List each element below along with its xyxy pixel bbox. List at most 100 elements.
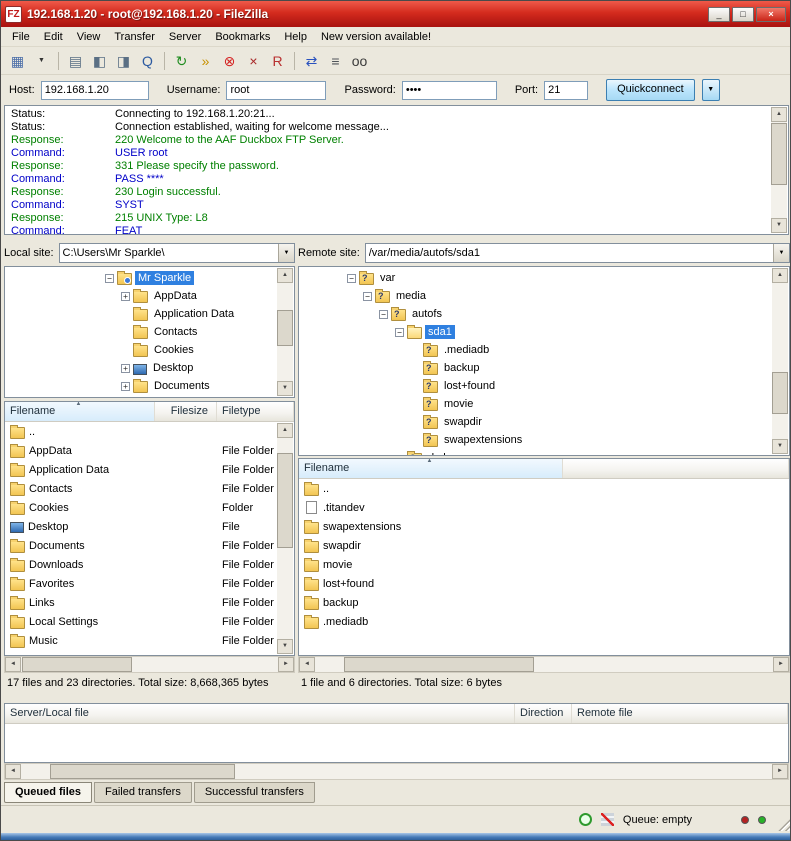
directory-comparison-icon[interactable] xyxy=(601,813,614,826)
quickconnect-button[interactable]: Quickconnect xyxy=(606,79,695,101)
column-header-filesize[interactable]: Filesize xyxy=(155,402,217,421)
scroll-down-button[interactable]: ▼ xyxy=(277,381,293,396)
tree-item-application-data[interactable]: Application Data xyxy=(5,305,294,323)
scroll-up-button[interactable]: ▲ xyxy=(277,423,293,438)
scroll-left-button[interactable]: ◄ xyxy=(5,764,21,779)
tree-item-mediadb[interactable]: .mediadb xyxy=(299,341,789,359)
scroll-right-button[interactable]: ► xyxy=(278,657,294,672)
menu-item-file[interactable]: File xyxy=(5,29,37,45)
toggle-message-log-button[interactable]: ▤ xyxy=(64,50,87,72)
dropdown-icon[interactable]: ▼ xyxy=(278,244,294,262)
tree-item-autofs[interactable]: −autofs xyxy=(299,305,789,323)
tree-item-desktop[interactable]: +Desktop xyxy=(5,359,294,377)
scroll-up-button[interactable]: ▲ xyxy=(277,268,293,283)
dropdown-icon[interactable]: ▼ xyxy=(773,244,789,262)
file-row-lost-found[interactable]: lost+found xyxy=(299,574,789,593)
resize-grip[interactable] xyxy=(777,818,790,831)
tree-item-dvd[interactable]: dvd xyxy=(299,449,789,456)
expand-icon[interactable]: + xyxy=(121,292,130,301)
file-row-documents[interactable]: DocumentsFile Folder xyxy=(5,536,294,555)
local-site-input[interactable] xyxy=(60,247,278,259)
reconnect-button[interactable]: R xyxy=(266,50,289,72)
tree-item-lost-found[interactable]: lost+found xyxy=(299,377,789,395)
scrollbar-thumb[interactable] xyxy=(277,310,293,346)
toggle-local-tree-button[interactable]: ◧ xyxy=(88,50,111,72)
local-list-scrollbar[interactable]: ▲▼ xyxy=(277,423,293,654)
file-row-favorites[interactable]: FavoritesFile Folder xyxy=(5,574,294,593)
tree-item-media[interactable]: −media xyxy=(299,287,789,305)
queue-horizontal-scrollbar[interactable]: ◄► xyxy=(4,763,789,780)
menu-item-new-version-available[interactable]: New version available! xyxy=(314,29,438,45)
scroll-down-button[interactable]: ▼ xyxy=(277,639,293,654)
scrollbar-thumb[interactable] xyxy=(277,453,293,548)
scroll-right-button[interactable]: ► xyxy=(773,657,789,672)
menu-item-server[interactable]: Server xyxy=(162,29,208,45)
column-header-direction[interactable]: Direction xyxy=(515,704,572,723)
collapse-icon[interactable]: − xyxy=(363,292,372,301)
tree-item-downloads[interactable]: Downloads xyxy=(5,395,294,398)
local-horizontal-scrollbar[interactable]: ◄► xyxy=(4,656,295,673)
scrollbar-thumb[interactable] xyxy=(772,372,788,414)
file-row-titandev[interactable]: .titandev xyxy=(299,498,789,517)
column-header-remote-file[interactable]: Remote file xyxy=(572,704,788,723)
file-row-desktop[interactable]: DesktopFile xyxy=(5,517,294,536)
local-tree-scrollbar[interactable]: ▲▼ xyxy=(277,268,293,396)
collapse-icon[interactable]: − xyxy=(379,310,388,319)
menu-item-view[interactable]: View xyxy=(70,29,108,45)
scroll-up-button[interactable]: ▲ xyxy=(772,268,788,283)
menu-item-transfer[interactable]: Transfer xyxy=(107,29,162,45)
find-files-button[interactable]: oo xyxy=(348,50,371,72)
toggle-queue-button[interactable]: Q xyxy=(136,50,159,72)
remote-tree-scrollbar[interactable]: ▲▼ xyxy=(772,268,788,454)
tree-item-documents[interactable]: +Documents xyxy=(5,377,294,395)
file-row-swapextensions[interactable]: swapextensions xyxy=(299,517,789,536)
speed-limits-icon[interactable] xyxy=(579,813,592,826)
menu-item-help[interactable]: Help xyxy=(277,29,314,45)
file-row-cookies[interactable]: CookiesFolder xyxy=(5,498,294,517)
file-row-local-settings[interactable]: Local SettingsFile Folder xyxy=(5,612,294,631)
directory-comparison-button[interactable]: ⇄ xyxy=(300,50,323,72)
file-row-[interactable]: .. xyxy=(5,422,294,441)
file-row-links[interactable]: LinksFile Folder xyxy=(5,593,294,612)
tree-item-swapextensions[interactable]: swapextensions xyxy=(299,431,789,449)
file-row-downloads[interactable]: DownloadsFile Folder xyxy=(5,555,294,574)
tree-item-backup[interactable]: backup xyxy=(299,359,789,377)
queue-list[interactable] xyxy=(5,724,788,762)
file-row-movie[interactable]: movie xyxy=(299,555,789,574)
file-row-application-data[interactable]: Application DataFile Folder xyxy=(5,460,294,479)
scroll-down-button[interactable]: ▼ xyxy=(771,218,787,233)
scroll-left-button[interactable]: ◄ xyxy=(299,657,315,672)
scrollbar-thumb[interactable] xyxy=(771,123,787,185)
file-row-contacts[interactable]: ContactsFile Folder xyxy=(5,479,294,498)
message-log-scrollbar[interactable]: ▲▼ xyxy=(771,107,787,233)
tree-item-var[interactable]: −var xyxy=(299,269,789,287)
menu-item-bookmarks[interactable]: Bookmarks xyxy=(208,29,277,45)
remote-site-input[interactable] xyxy=(366,247,773,259)
port-input[interactable] xyxy=(544,81,588,100)
password-input[interactable] xyxy=(402,81,497,100)
host-input[interactable] xyxy=(41,81,149,100)
process-queue-button[interactable]: » xyxy=(194,50,217,72)
username-input[interactable] xyxy=(226,81,326,100)
tree-item-swapdir[interactable]: swapdir xyxy=(299,413,789,431)
quickconnect-dropdown-button[interactable]: ▼ xyxy=(702,79,720,101)
scroll-right-button[interactable]: ► xyxy=(772,764,788,779)
expand-icon[interactable]: + xyxy=(121,364,130,373)
tab-failed-transfers[interactable]: Failed transfers xyxy=(94,782,192,803)
collapse-icon[interactable]: − xyxy=(395,328,404,337)
disconnect-button[interactable]: × xyxy=(242,50,265,72)
tree-item-appdata[interactable]: +AppData xyxy=(5,287,294,305)
scroll-up-button[interactable]: ▲ xyxy=(771,107,787,122)
file-row-swapdir[interactable]: swapdir xyxy=(299,536,789,555)
remote-site-combo[interactable]: ▼ xyxy=(365,243,790,263)
tree-item-movie[interactable]: movie xyxy=(299,395,789,413)
file-row-appdata[interactable]: AppDataFile Folder xyxy=(5,441,294,460)
column-header-filename[interactable]: ▲Filename xyxy=(299,459,563,478)
collapse-icon[interactable]: − xyxy=(347,274,356,283)
synchronized-browsing-button[interactable]: ≡ xyxy=(324,50,347,72)
remote-horizontal-scrollbar[interactable]: ◄► xyxy=(298,656,790,673)
refresh-button[interactable]: ↻ xyxy=(170,50,193,72)
scroll-down-button[interactable]: ▼ xyxy=(772,439,788,454)
file-row-mediadb[interactable]: .mediadb xyxy=(299,612,789,631)
scrollbar-thumb[interactable] xyxy=(50,764,235,779)
